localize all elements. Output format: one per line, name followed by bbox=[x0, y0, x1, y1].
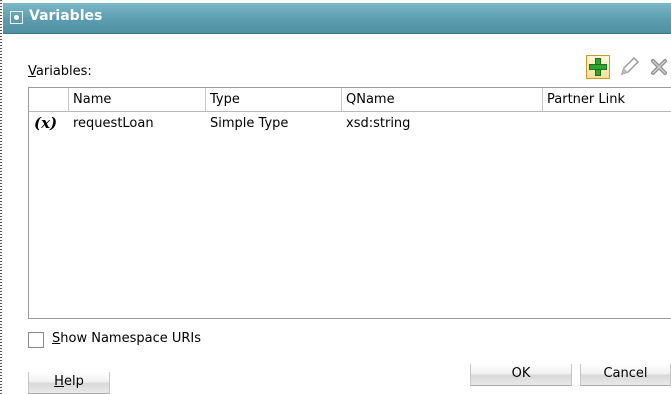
cancel-button[interactable]: Cancel bbox=[580, 364, 671, 386]
cell-qname: xsd:string bbox=[346, 116, 411, 131]
variables-table[interactable]: Name Type QName Partner Link (x) request… bbox=[28, 87, 671, 319]
table-header: Name Type QName Partner Link bbox=[29, 88, 671, 112]
column-header-qname[interactable]: QName bbox=[342, 88, 543, 111]
help-button[interactable]: Help bbox=[28, 372, 110, 394]
cell-partner-link bbox=[543, 112, 547, 136]
show-namespace-label[interactable]: Show Namespace URIs bbox=[52, 331, 201, 346]
window-menu-icon[interactable] bbox=[10, 11, 23, 24]
help-mnemonic: H bbox=[54, 374, 64, 389]
column-header-type[interactable]: Type bbox=[206, 88, 342, 111]
column-header-icon[interactable] bbox=[29, 88, 69, 111]
show-namespace-checkbox[interactable] bbox=[28, 332, 44, 348]
ok-button[interactable]: OK bbox=[470, 364, 572, 386]
show-namespace-text: how Namespace URIs bbox=[60, 331, 201, 346]
cell-type: Simple Type bbox=[210, 116, 289, 131]
add-variable-button[interactable] bbox=[586, 55, 610, 79]
table-row[interactable]: (x) requestLoan Simple Type xsd:string bbox=[29, 112, 671, 136]
variables-mnemonic: V bbox=[28, 64, 36, 79]
variables-label: Variables: bbox=[28, 64, 92, 79]
cell-name: requestLoan bbox=[73, 116, 154, 131]
column-header-name[interactable]: Name bbox=[69, 88, 206, 111]
variables-label-text: ariables: bbox=[35, 64, 92, 79]
window-title: Variables bbox=[29, 8, 103, 24]
delete-x-icon[interactable] bbox=[648, 56, 670, 78]
variable-icon: (x) bbox=[34, 114, 58, 132]
column-header-partner-link[interactable]: Partner Link bbox=[543, 88, 671, 111]
pencil-icon[interactable] bbox=[618, 56, 640, 78]
dialog-left-border bbox=[0, 0, 2, 394]
title-bar[interactable]: Variables bbox=[3, 3, 671, 34]
help-label: elp bbox=[63, 374, 84, 389]
